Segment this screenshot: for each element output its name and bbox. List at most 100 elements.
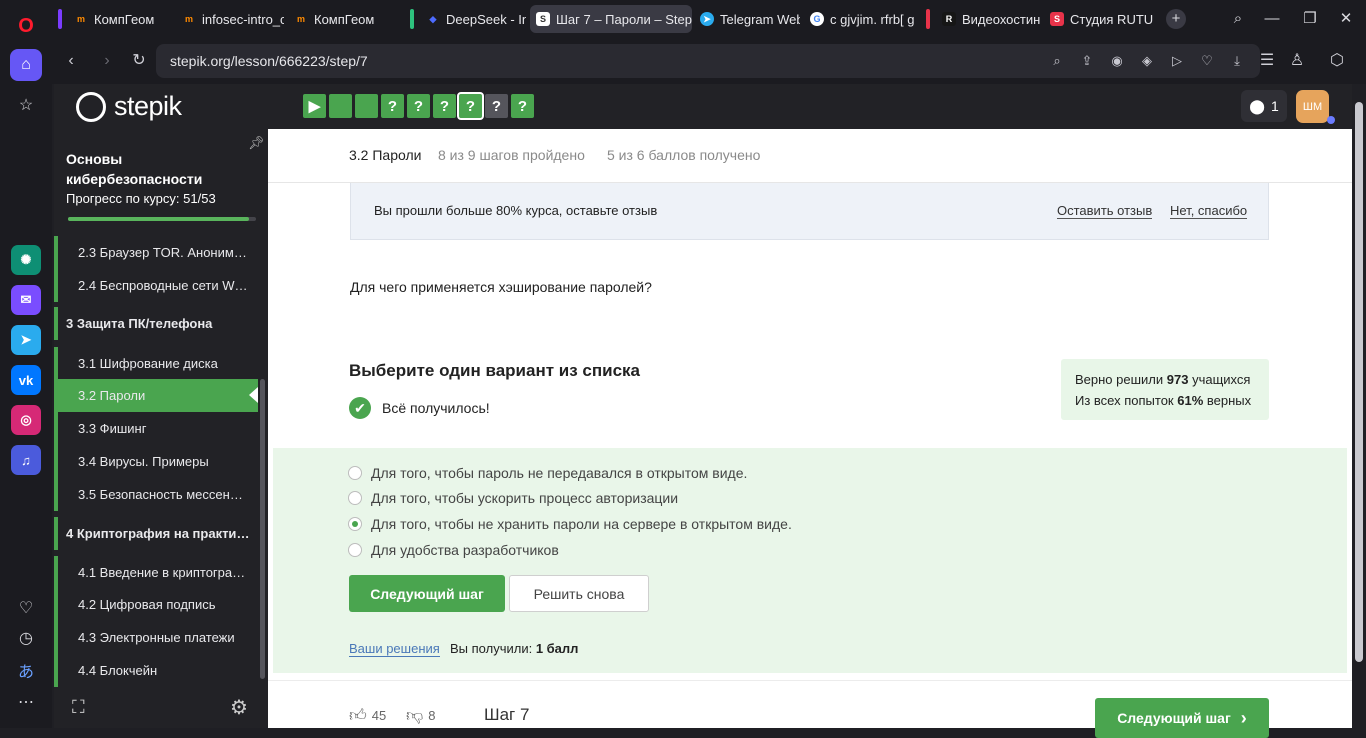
step-label: Шаг 7 — [484, 705, 530, 724]
browser-sidebar: O ⌂ ☆ ✺ ✉ ➤ vk ◎ ♫ ♡ ◷ あ ⋯ — [0, 0, 52, 728]
step-nav-item[interactable] — [355, 94, 378, 118]
tab[interactable]: m infosec-intro_с — [176, 5, 284, 33]
answer-option[interactable]: Для удобства разработчиков — [348, 542, 559, 558]
solve-again-button[interactable]: Решить снова — [509, 575, 649, 612]
sidebar-lesson-item[interactable]: 3.3 Фишинг — [54, 412, 258, 445]
sidebar-lesson-item[interactable]: 3.1 Шифрование диска — [54, 347, 258, 380]
step-nav-item[interactable]: ? — [381, 94, 404, 118]
step-nav-item[interactable]: ? — [511, 94, 534, 118]
camera-icon[interactable]: ◉ — [1108, 52, 1126, 70]
step-nav-item[interactable]: ? — [457, 92, 484, 120]
next-step-button[interactable]: Следующий шаг — [349, 575, 505, 612]
step-nav-item[interactable] — [329, 94, 352, 118]
shield-icon[interactable]: ◈ — [1138, 52, 1156, 70]
heart-icon[interactable]: ♡ — [10, 592, 42, 624]
step-nav-item[interactable]: ? — [433, 94, 456, 118]
radio-button[interactable] — [348, 491, 362, 505]
sidebar-lesson-item[interactable]: 2.3 Браузер TOR. Анонимизация — [54, 236, 258, 269]
tab-accent — [410, 9, 414, 29]
radio-button[interactable] — [348, 543, 362, 557]
tab[interactable]: G c gjvjim. rfrb[ g — [804, 5, 916, 33]
sidebar-section[interactable]: 4 Криптография на практике — [54, 517, 258, 550]
tab[interactable]: m КомпГеом — [58, 5, 170, 33]
step-nav-item[interactable]: ? — [485, 94, 508, 118]
radio-button[interactable] — [348, 466, 362, 480]
star-icon[interactable]: ☆ — [10, 89, 42, 121]
telegram-icon[interactable]: ➤ — [11, 325, 41, 355]
sidebar-lesson-item[interactable]: 3.5 Безопасность мессенджеров — [54, 478, 258, 511]
messenger-icon[interactable]: ✉ — [11, 285, 41, 315]
profile-icon[interactable]: ♙ — [1286, 50, 1308, 72]
pin-icon[interactable]: 📌︎ — [248, 135, 265, 151]
tab[interactable]: S Студия RUTUBE — [1044, 5, 1154, 33]
sidebar-section[interactable]: 3 Защита ПК/телефона — [54, 307, 258, 340]
close-window-icon[interactable]: ✕ — [1336, 9, 1356, 29]
lesson-completed-marker — [54, 445, 58, 478]
minimize-icon[interactable]: — — [1262, 9, 1282, 29]
step-nav-item[interactable]: ? — [407, 94, 430, 118]
stepik-logo[interactable]: stepik — [76, 91, 182, 122]
back-icon[interactable]: ‹ — [60, 50, 82, 72]
sidebar-lesson-item[interactable]: 4.3 Электронные платежи — [54, 621, 258, 654]
avatar[interactable]: ШМ — [1296, 90, 1329, 123]
home-icon[interactable]: ⌂ — [10, 49, 42, 81]
tab[interactable]: m КомпГеом — [288, 5, 404, 33]
address-input[interactable]: stepik.org/lesson/666223/step/7 ⌕ ⇪ ◉ ◈ … — [156, 44, 1260, 78]
answer-option[interactable]: Для того, чтобы ускорить процесс авториз… — [348, 490, 678, 506]
extensions-icon[interactable]: ⬡ — [1326, 50, 1348, 72]
settings-icon[interactable]: ⚙ — [230, 695, 248, 720]
tab[interactable]: ➤ Telegram Web — [694, 5, 800, 33]
tab-label: Видеохостинг R — [962, 11, 1040, 27]
fullscreen-icon[interactable]: ⛶ — [72, 697, 85, 718]
tab-label: Шаг 7 – Пароли – Stepik — [556, 11, 692, 27]
sidebar-lesson-item[interactable]: 4.4 Блокчейн — [54, 654, 258, 687]
tab[interactable]: R Видеохостинг R — [926, 5, 1040, 33]
translate-icon[interactable]: あ — [10, 654, 42, 686]
step-nav-item[interactable]: ▶ — [303, 94, 326, 118]
forward-icon[interactable]: › — [96, 50, 118, 72]
search-tabs-icon[interactable]: ⌕ — [1228, 9, 1248, 29]
restore-icon[interactable]: ❐ — [1300, 9, 1320, 29]
instagram-icon[interactable]: ◎ — [11, 405, 41, 435]
sidebar-lesson-item[interactable]: 3.4 Вирусы. Примеры — [54, 445, 258, 478]
your-solutions-link[interactable]: Ваши решения — [349, 641, 440, 657]
answer-option[interactable]: Для того, чтобы пароль не передавался в … — [348, 465, 747, 481]
opera-logo-icon[interactable]: O — [10, 10, 42, 42]
radio-button-selected[interactable] — [348, 517, 362, 531]
new-tab-icon[interactable]: + — [1166, 9, 1186, 29]
search-icon[interactable]: ⌕ — [1048, 52, 1066, 70]
more-icon[interactable]: ⋯ — [10, 686, 42, 718]
tab-favicon-icon: G — [810, 12, 824, 26]
share-icon[interactable]: ⇪ — [1078, 52, 1096, 70]
sidebar-lesson-item[interactable]: 2.4 Беспроводные сети Wi-Fi — [54, 269, 258, 302]
course-title[interactable]: Основы кибербезопасности — [66, 149, 236, 189]
easy-setup-icon[interactable]: ☰ — [1256, 50, 1278, 72]
page-scrollbar[interactable] — [1352, 84, 1366, 728]
sidebar-scrollbar[interactable] — [260, 379, 265, 679]
notifications-button[interactable]: ⬤ 1 — [1241, 90, 1287, 122]
no-thanks-link[interactable]: Нет, спасибо — [1170, 203, 1248, 219]
heart-outline-icon[interactable]: ♡ — [1198, 52, 1216, 70]
quiz-title: Выберите один вариант из списка — [349, 361, 640, 380]
reload-icon[interactable]: ↻ — [128, 50, 150, 72]
question-text: Для чего применяется хэширование паролей… — [350, 279, 652, 295]
vk-icon[interactable]: vk — [11, 365, 41, 395]
sidebar-lesson-item[interactable]: 4.2 Цифровая подпись — [54, 588, 258, 621]
tab-active[interactable]: S Шаг 7 – Пароли – Stepik — [530, 5, 692, 33]
sidebar-lesson-item[interactable]: 3.2 Пароли — [54, 379, 258, 412]
next-step-bottom-button[interactable]: Следующий шаг › — [1095, 698, 1269, 738]
sidebar-lesson-item[interactable]: 4.1 Введение в криптографию — [54, 556, 258, 589]
lesson-completed-marker — [54, 517, 58, 550]
like-button[interactable]: 👍︎ 45 — [349, 705, 386, 726]
history-icon[interactable]: ◷ — [10, 622, 42, 654]
download-icon[interactable]: ⤓ — [1228, 52, 1246, 70]
dislike-button[interactable]: 👎︎ 8 — [406, 705, 436, 726]
answer-option[interactable]: Для того, чтобы не хранить пароли на сер… — [348, 516, 792, 532]
leave-review-link[interactable]: Оставить отзыв — [1057, 203, 1153, 219]
notifications-count: 1 — [1270, 98, 1279, 114]
page-scrollbar-thumb[interactable] — [1355, 102, 1363, 662]
tab[interactable]: ◆ DeepSeek - Inte — [410, 5, 526, 33]
send-icon[interactable]: ▷ — [1168, 52, 1186, 70]
chatgpt-icon[interactable]: ✺ — [11, 245, 41, 275]
music-icon[interactable]: ♫ — [11, 445, 41, 475]
